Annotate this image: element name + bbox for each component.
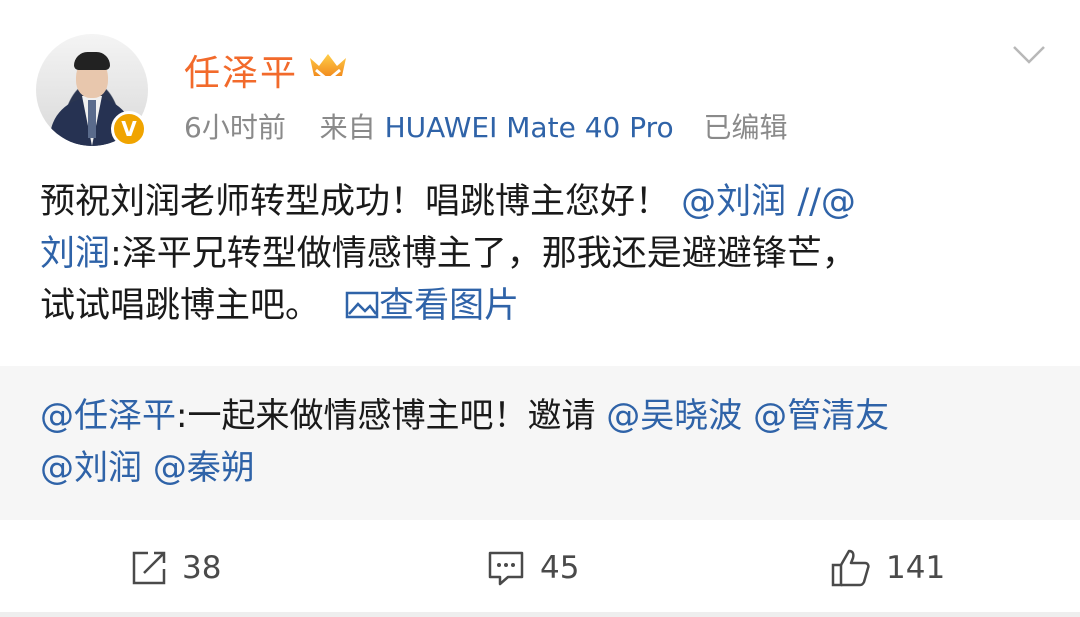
- repost-line-2: @刘润 @秦朔: [40, 442, 1050, 494]
- mention-liurun-2[interactable]: 刘润: [40, 234, 110, 274]
- share-icon: [132, 551, 166, 585]
- chevron-down-icon[interactable]: [1012, 44, 1046, 66]
- comment-count: 45: [540, 550, 580, 586]
- like-icon: [831, 549, 870, 587]
- repost-body: :一起来做情感博主吧！邀请: [176, 396, 596, 436]
- mention-wuxiaobo[interactable]: @吴晓波: [606, 396, 742, 436]
- view-image-label: 查看图片: [379, 286, 520, 326]
- post-line-2: 刘润:泽平兄转型做情感博主了，那我还是避避锋芒，: [40, 228, 1040, 280]
- post-meta: 6小时前 来自 HUAWEI Mate 40 Pro 已编辑: [184, 106, 787, 146]
- repost-line-1: @任泽平:一起来做情感博主吧！邀请 @吴晓波 @管清友: [40, 390, 1050, 442]
- crown-badge-icon[interactable]: [308, 50, 348, 84]
- repost-count: 38: [182, 550, 222, 586]
- repost-box[interactable]: @任泽平:一起来做情感博主吧！邀请 @吴晓波 @管清友 @刘润 @秦朔: [0, 366, 1080, 520]
- repost-text: @任泽平:一起来做情感博主吧！邀请 @吴晓波 @管清友 @刘润 @秦朔: [40, 390, 1050, 494]
- post-line-1: 预祝刘润老师转型成功！唱跳博主您好！ @刘润 //@: [40, 176, 1040, 228]
- like-count: 141: [886, 550, 946, 586]
- mention-liurun[interactable]: @刘润: [681, 182, 786, 222]
- post-line-3: 试试唱跳博主吧。 查看图片: [40, 280, 1040, 332]
- repost-separator[interactable]: //@: [797, 182, 856, 222]
- action-bar: 38 45 141: [0, 520, 1080, 617]
- post-text: :泽平兄转型做情感博主了，那我还是避避锋芒，: [110, 234, 857, 274]
- source-label: 来自: [319, 111, 376, 144]
- mention-renzeping[interactable]: @任泽平: [40, 396, 176, 436]
- comment-icon: [488, 551, 524, 586]
- mention-guanqingyou[interactable]: @管清友: [753, 396, 889, 436]
- like-button[interactable]: 141: [830, 546, 945, 590]
- post-body: 预祝刘润老师转型成功！唱跳博主您好！ @刘润 //@ 刘润:泽平兄转型做情感博主…: [40, 176, 1040, 332]
- user-name[interactable]: 任泽平: [184, 44, 298, 96]
- post-text: 试试唱跳博主吧。: [40, 286, 321, 326]
- mention-qinshuo[interactable]: @秦朔: [153, 448, 255, 488]
- comment-button[interactable]: 45: [486, 546, 579, 590]
- divider: [0, 612, 1080, 617]
- repost-button[interactable]: 38: [130, 546, 221, 590]
- mention-liurun-3[interactable]: @刘润: [40, 448, 142, 488]
- post-time: 6小时前: [184, 111, 286, 144]
- edited-label[interactable]: 已编辑: [703, 111, 787, 144]
- image-icon: [345, 291, 379, 319]
- post-header: V 任泽平 6小时前 来自 HUAWEI Mate 40 Pro 已编辑: [0, 0, 1080, 160]
- verified-badge: V: [111, 111, 147, 147]
- view-image-link[interactable]: 查看图片: [345, 286, 519, 326]
- device-source[interactable]: HUAWEI Mate 40 Pro: [385, 111, 674, 144]
- post-text: 预祝刘润老师转型成功！唱跳博主您好！: [40, 182, 671, 222]
